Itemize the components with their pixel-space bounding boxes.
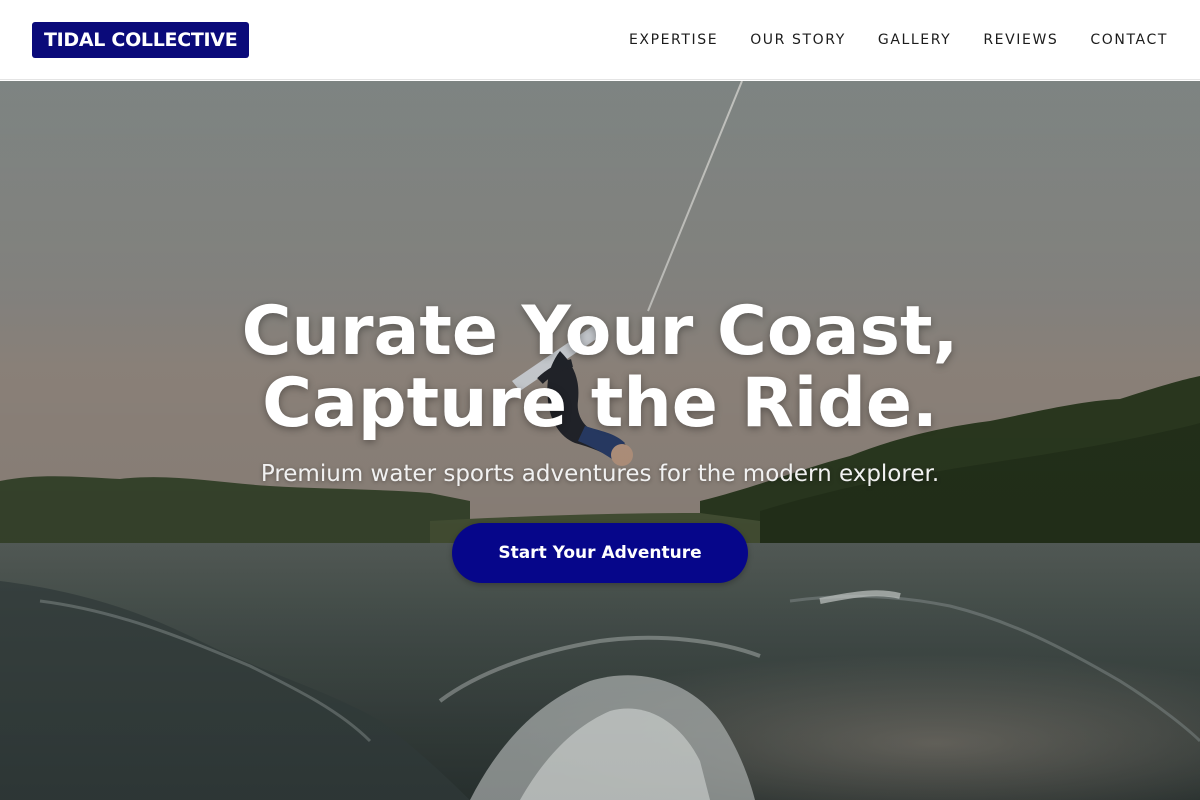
nav-link-contact[interactable]: CONTACT [1090,32,1168,48]
hero-subtitle: Premium water sports adventures for the … [260,461,940,487]
nav-links: EXPERTISE OUR STORY GALLERY REVIEWS CONT… [629,0,1168,80]
nav-link-expertise[interactable]: EXPERTISE [629,32,718,48]
nav-link-reviews[interactable]: REVIEWS [983,32,1058,48]
nav-link-our-story[interactable]: OUR STORY [750,32,846,48]
brand-logo[interactable]: TIDAL COLLECTIVE [32,22,250,58]
nav-link-gallery[interactable]: GALLERY [878,32,951,48]
hero-content: Curate Your Coast, Capture the Ride. Pre… [0,81,1200,800]
hero-title-line-2: Capture the Ride. [262,364,938,443]
top-navigation-bar: TIDAL COLLECTIVE EXPERTISE OUR STORY GAL… [0,0,1200,80]
start-adventure-button[interactable]: Start Your Adventure [452,523,748,583]
hero-title: Curate Your Coast, Capture the Ride. [0,296,1200,440]
hero-title-line-1: Curate Your Coast, [241,292,959,371]
hero-section: Curate Your Coast, Capture the Ride. Pre… [0,81,1200,800]
